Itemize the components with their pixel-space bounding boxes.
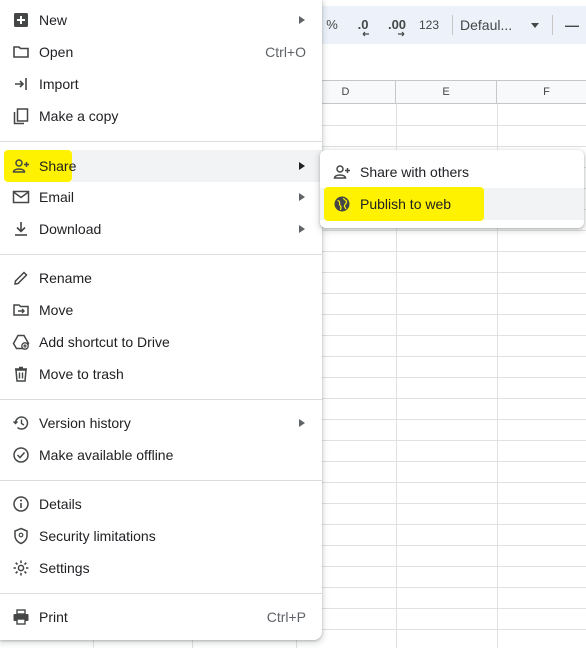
menu-item-label: Move to trash <box>39 366 124 382</box>
submenu-arrow-icon <box>299 162 305 170</box>
menu-item-details[interactable]: Details <box>0 488 322 520</box>
plus-box-icon <box>14 13 28 27</box>
menu-item-label: Move <box>39 302 74 318</box>
shortcut-label: Ctrl+P <box>266 609 306 625</box>
menu-item-share[interactable]: Share <box>0 150 322 182</box>
submenu-item-share-with-others[interactable]: Share with others <box>320 156 584 188</box>
submenu-arrow-icon <box>299 193 305 201</box>
share-submenu: Share with others Publish to web <box>320 150 584 228</box>
submenu-item-publish-to-web[interactable]: Publish to web <box>320 187 584 221</box>
number-format-button[interactable]: 123 <box>416 6 442 44</box>
column-header-e[interactable]: E <box>396 81 497 104</box>
menu-item-security-limitations[interactable]: Security limitations <box>0 520 322 552</box>
font-family-select[interactable]: Defaul... <box>460 6 526 44</box>
globe-icon <box>334 196 350 212</box>
folder-move-icon <box>13 304 29 316</box>
menu-item-label: Print <box>39 609 68 625</box>
submenu-item-label: Share with others <box>360 164 469 180</box>
person-add-icon <box>12 159 29 173</box>
menu-divider <box>0 480 322 481</box>
submenu-arrow-icon <box>299 16 305 24</box>
arrow-right-icon <box>398 31 405 37</box>
font-dropdown-caret-icon[interactable] <box>531 23 539 28</box>
folder-icon <box>13 46 29 58</box>
email-icon <box>12 190 30 204</box>
menu-item-download[interactable]: Download <box>0 213 322 245</box>
menu-item-label: Rename <box>39 270 92 286</box>
menu-item-label: Download <box>39 221 102 237</box>
menu-divider <box>0 141 322 142</box>
menu-divider <box>0 254 322 255</box>
menu-item-new[interactable]: New <box>0 4 322 36</box>
menu-item-label: Security limitations <box>39 528 156 544</box>
menu-item-make-available-offline[interactable]: Make available offline <box>0 439 322 471</box>
menu-item-label: Settings <box>39 560 90 576</box>
submenu-arrow-icon <box>299 419 305 427</box>
menu-item-label: Open <box>39 44 74 60</box>
shortcut-label: Ctrl+O <box>265 44 306 60</box>
gear-icon <box>13 560 29 576</box>
hover-background <box>72 150 322 182</box>
menu-item-version-history[interactable]: Version history <box>0 407 322 439</box>
menu-item-add-shortcut-to-drive[interactable]: Add shortcut to Drive <box>0 326 322 358</box>
menu-item-print[interactable]: Print Ctrl+P <box>0 601 322 633</box>
file-menu: New Open Ctrl+O Import Make a copy Share… <box>0 0 322 640</box>
submenu-item-label: Publish to web <box>360 196 452 212</box>
menu-divider <box>0 593 322 594</box>
printer-icon <box>13 609 29 625</box>
format-percent-button[interactable]: % <box>322 6 342 44</box>
submenu-arrow-icon <box>299 225 305 233</box>
pencil-icon <box>14 271 28 285</box>
menu-item-label: Details <box>39 496 82 512</box>
menu-item-label: Version history <box>39 415 131 431</box>
trash-icon <box>15 366 27 382</box>
menu-item-move-to-trash[interactable]: Move to trash <box>0 358 322 390</box>
toolbar-divider <box>452 15 453 35</box>
menu-item-label: Share <box>39 158 77 174</box>
download-icon <box>15 222 27 236</box>
decrease-decimal-button[interactable]: .0 <box>350 6 376 44</box>
menu-item-rename[interactable]: Rename <box>0 262 322 294</box>
menu-item-label: Make available offline <box>39 447 174 463</box>
column-header-f[interactable]: F <box>497 81 586 104</box>
font-size-decrease-button[interactable]: — <box>562 6 582 44</box>
menu-item-make-a-copy[interactable]: Make a copy <box>0 100 322 132</box>
shield-icon <box>14 527 28 545</box>
menu-item-import[interactable]: Import <box>0 68 322 100</box>
copy-icon <box>13 108 29 125</box>
menu-divider <box>0 399 322 400</box>
menu-item-label: Import <box>39 76 79 92</box>
person-add-icon <box>333 165 350 179</box>
menu-item-label: Make a copy <box>39 108 119 124</box>
info-icon <box>13 496 29 512</box>
arrow-left-icon <box>362 31 369 37</box>
history-icon <box>13 416 29 430</box>
menu-item-settings[interactable]: Settings <box>0 552 322 584</box>
menu-item-label: Add shortcut to Drive <box>39 334 170 350</box>
toolbar-divider <box>552 15 553 35</box>
menu-item-email[interactable]: Email <box>0 181 322 213</box>
offline-check-icon <box>13 447 29 463</box>
menu-item-open[interactable]: Open Ctrl+O <box>0 36 322 68</box>
import-arrow-icon <box>15 78 27 90</box>
menu-item-move[interactable]: Move <box>0 294 322 326</box>
menu-item-label: Email <box>39 189 75 205</box>
drive-shortcut-icon <box>12 334 30 350</box>
increase-decimal-button[interactable]: .00 <box>383 6 411 44</box>
menu-item-label: New <box>39 12 68 28</box>
